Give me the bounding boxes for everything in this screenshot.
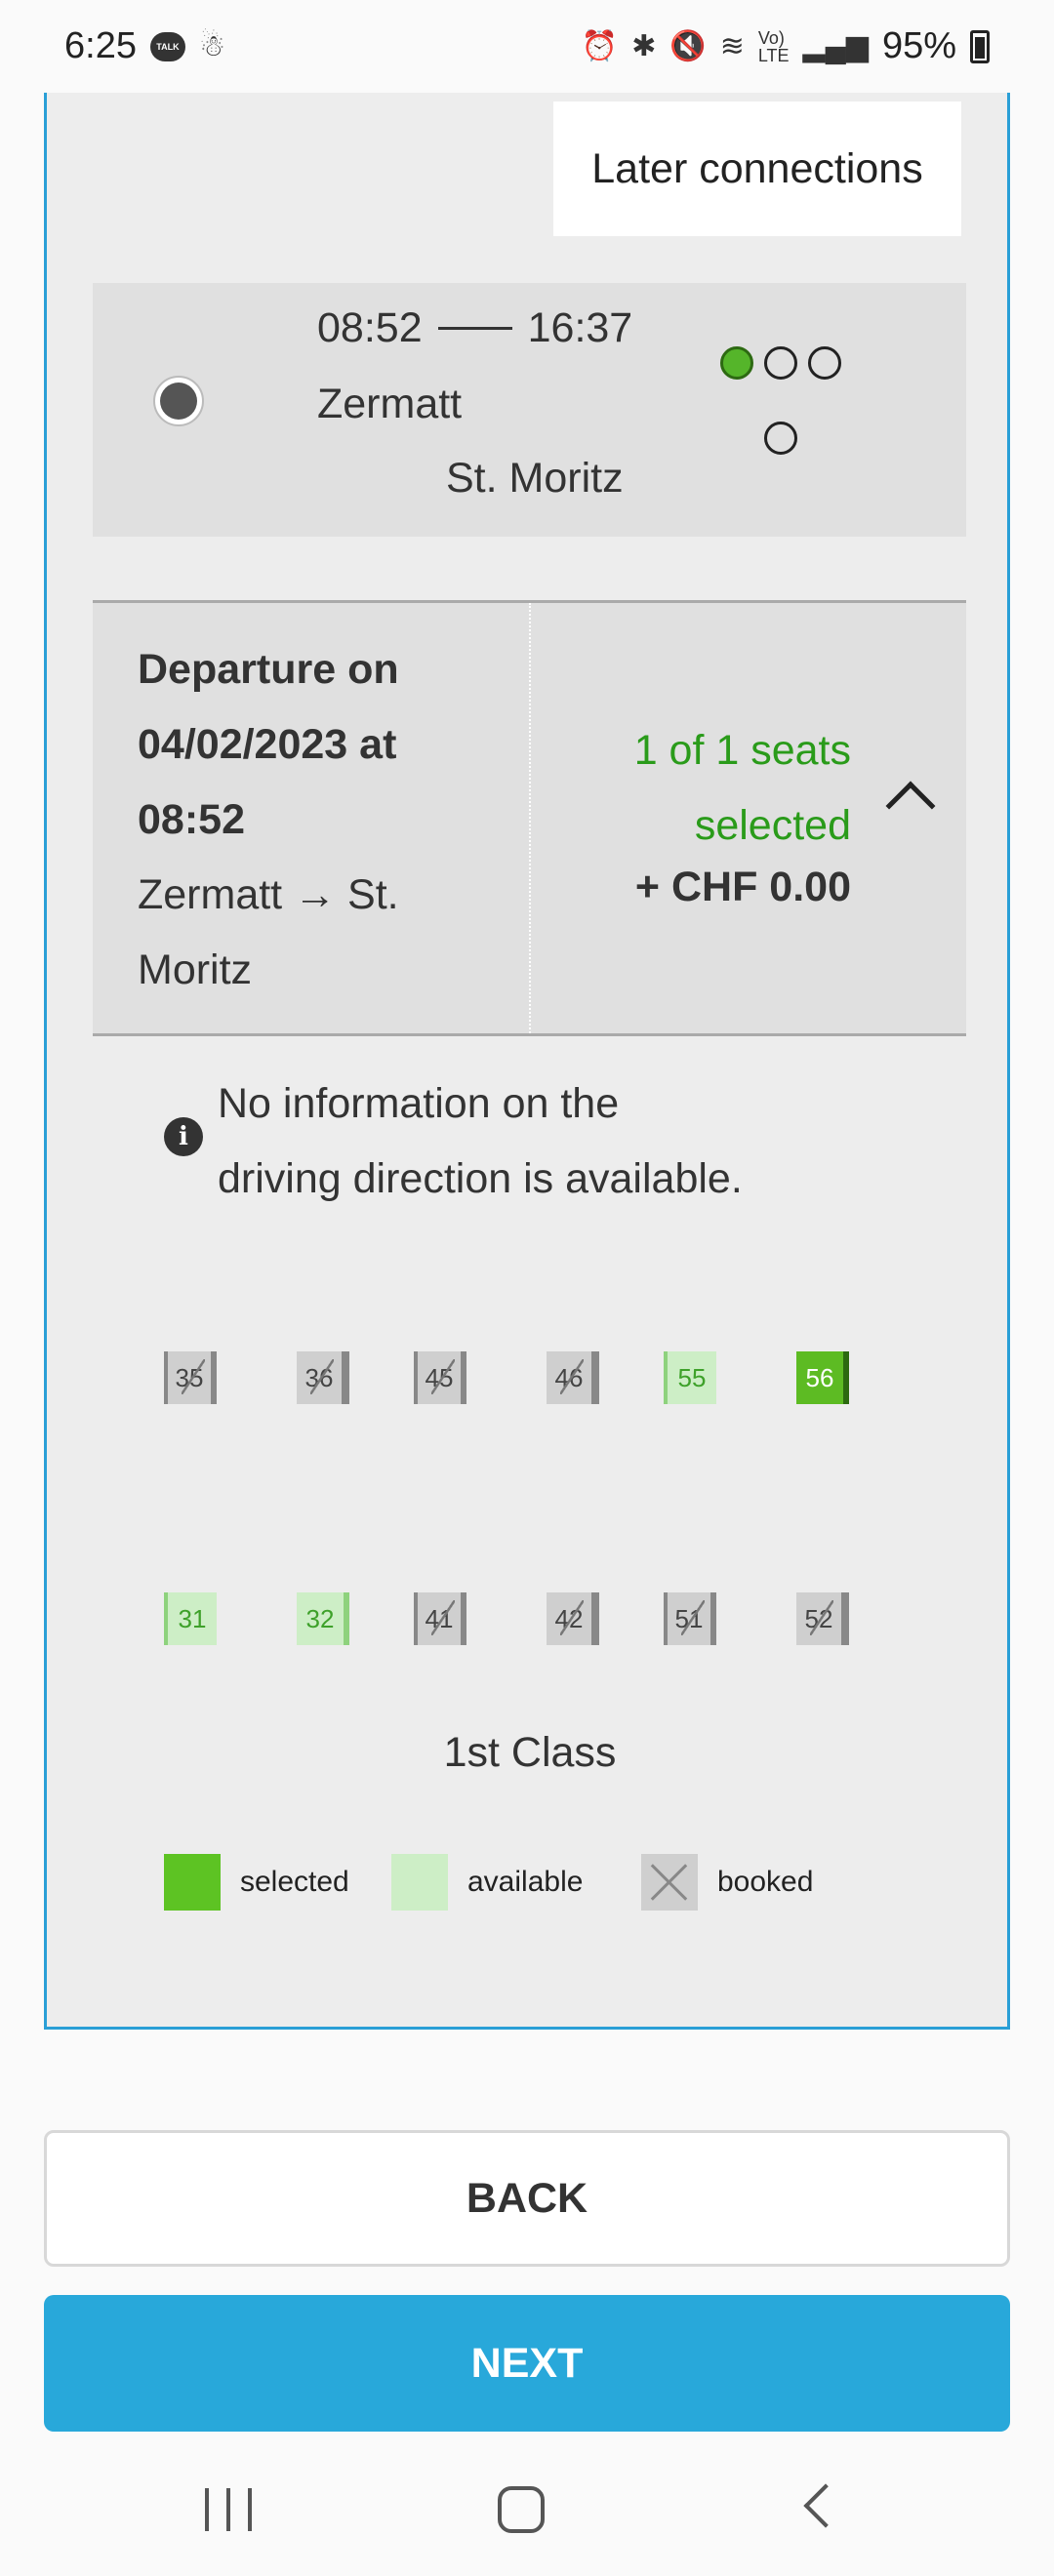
seat-51: 51: [664, 1592, 716, 1645]
info-text: No information on the driving direction …: [218, 1067, 901, 1217]
connection-radio[interactable]: [153, 376, 204, 426]
legend-available: available: [391, 1854, 583, 1911]
price: + CHF 0.00: [634, 864, 851, 910]
status-bar: 6:25 TALK ☃ ⏰ ✱ 🔇 ≋ Vo) LTE ▂▄▆ 95%: [0, 0, 1054, 93]
talk-icon: TALK: [149, 31, 185, 61]
android-nav-bar: [0, 2449, 1054, 2576]
back-label: BACK: [466, 2174, 588, 2222]
seat-46: 46: [547, 1351, 599, 1404]
seat-35: 35: [164, 1351, 217, 1404]
alarm-icon: ⏰: [581, 30, 619, 62]
notification-icon: ☃: [198, 30, 225, 62]
mute-icon: 🔇: [669, 30, 707, 62]
seat-reservation-panel: Later connections 08:52 16:37 Zermatt St…: [44, 93, 1010, 2030]
origin-station: Zermatt: [317, 381, 463, 427]
later-connections-button[interactable]: Later connections: [553, 101, 961, 236]
home-icon[interactable]: [498, 2486, 545, 2533]
next-button[interactable]: NEXT: [44, 2295, 1010, 2432]
booked-swatch-icon: [641, 1854, 698, 1911]
seat-41: 41: [414, 1592, 466, 1645]
route-line2: Moritz: [138, 946, 253, 993]
departure-summary: Departure on 04/02/2023 at 08:52 Zermatt…: [93, 600, 966, 1036]
occupancy-indicator-second-class: [764, 422, 797, 455]
departure-line2: 04/02/2023 at: [138, 721, 397, 768]
battery-icon: [970, 29, 990, 63]
available-swatch: [391, 1854, 448, 1911]
bluetooth-icon: ✱: [631, 30, 657, 62]
radio-selected-dot: [160, 382, 197, 420]
departure-line1: Departure on: [138, 646, 399, 693]
info-line2: driving direction is available.: [218, 1155, 743, 1202]
seat-56[interactable]: 56: [796, 1351, 849, 1404]
occupancy-indicator-empty: [764, 346, 797, 380]
legend-booked-label: booked: [717, 1866, 814, 1898]
destination-station: St. Moritz: [446, 455, 624, 502]
connection-times: 08:52 16:37: [317, 304, 632, 352]
seats-line2: selected: [694, 802, 851, 849]
back-button[interactable]: BACK: [44, 2130, 1010, 2267]
time-separator: [437, 327, 512, 330]
seat-31[interactable]: 31: [164, 1592, 217, 1645]
volte-icon: Vo) LTE: [757, 27, 790, 65]
occupancy-indicator-empty: [808, 346, 841, 380]
connection-option[interactable]: 08:52 16:37 Zermatt St. Moritz: [93, 283, 966, 537]
seat-52: 52: [796, 1592, 849, 1645]
legend-selected: selected: [164, 1854, 349, 1911]
legend-selected-label: selected: [240, 1866, 349, 1898]
legend-booked: booked: [641, 1854, 813, 1911]
seat-45: 45: [414, 1351, 466, 1404]
class-label: 1st Class: [443, 1729, 617, 1776]
seats-selected-status: 1 of 1 seats selected: [529, 713, 966, 864]
seat-32[interactable]: 32: [297, 1592, 349, 1645]
legend-available-label: available: [467, 1866, 584, 1898]
departure-info: Departure on 04/02/2023 at 08:52 Zermatt…: [138, 632, 489, 1008]
occupancy-indicator-filled: [720, 346, 753, 380]
info-line1: No information on the: [218, 1080, 620, 1127]
signal-icon: ▂▄▆: [802, 30, 869, 62]
arrival-time: 16:37: [527, 304, 633, 351]
back-nav-icon[interactable]: [803, 2483, 848, 2528]
battery-percent: 95%: [881, 25, 956, 66]
selected-swatch: [164, 1854, 221, 1911]
departure-line3: 08:52: [138, 796, 245, 843]
talk-label: TALK: [156, 41, 180, 52]
seat-36: 36: [297, 1351, 349, 1404]
next-label: NEXT: [470, 2339, 584, 2387]
recent-apps-icon[interactable]: [205, 2488, 252, 2531]
departure-time: 08:52: [317, 304, 423, 351]
route-line1: Zermatt → St.: [138, 871, 399, 918]
info-icon: i: [164, 1117, 203, 1156]
seat-42: 42: [547, 1592, 599, 1645]
seats-line1: 1 of 1 seats: [633, 727, 851, 774]
seat-55[interactable]: 55: [664, 1351, 716, 1404]
wifi-icon: ≋: [719, 30, 745, 62]
later-connections-label: Later connections: [591, 144, 923, 192]
status-time: 6:25: [64, 25, 137, 66]
